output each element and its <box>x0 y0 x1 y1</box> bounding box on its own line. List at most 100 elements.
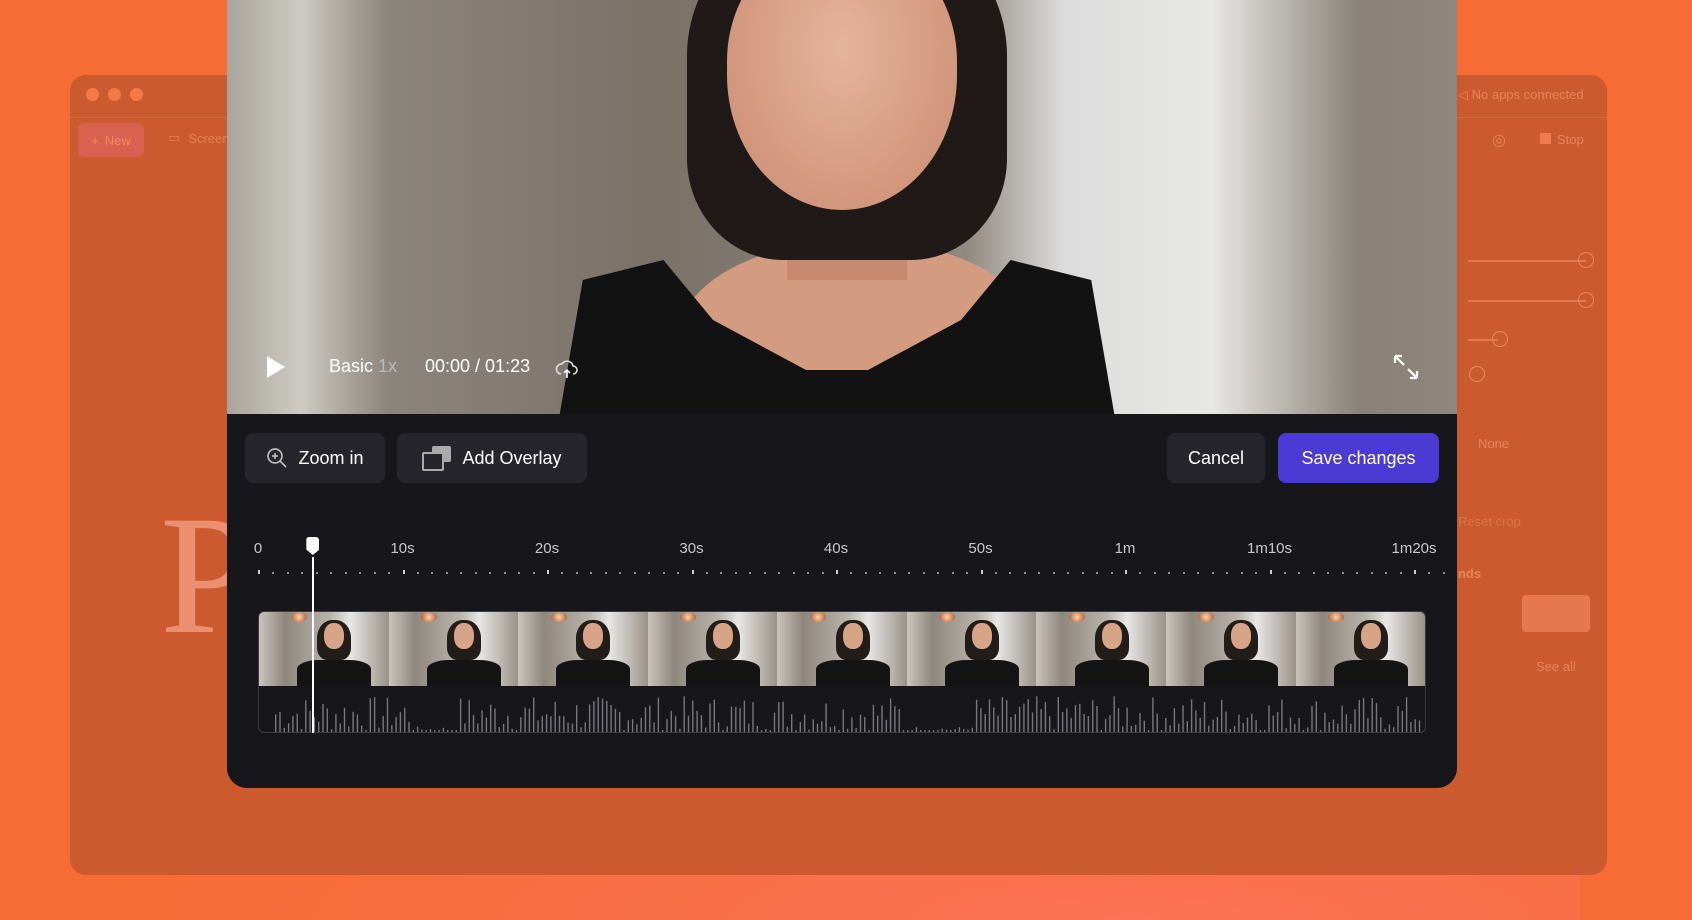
maximize-dot[interactable] <box>130 88 143 101</box>
playback-speed[interactable]: Basic 1x <box>329 356 397 377</box>
backgrounds-heading: Backgrounds <box>1458 566 1481 581</box>
waveform-bar <box>1375 703 1378 732</box>
see-all-button[interactable]: See all <box>1536 659 1576 674</box>
waveform-bar <box>881 705 883 732</box>
slider-knob[interactable] <box>1578 252 1594 268</box>
select-field[interactable]: None <box>1478 436 1509 451</box>
waveform-bar <box>967 729 969 732</box>
slider[interactable] <box>1468 260 1586 262</box>
slider-knob[interactable] <box>1469 366 1485 382</box>
waveform-bar <box>932 730 935 732</box>
ruler-tick <box>1211 572 1214 574</box>
waveform-bar <box>593 701 595 732</box>
waveform-bar <box>1061 712 1064 732</box>
minimize-dot[interactable] <box>108 88 121 101</box>
waveform-bar <box>997 715 999 732</box>
slider-knob[interactable] <box>1578 292 1594 308</box>
filmstrip-frame <box>518 612 648 686</box>
close-dot[interactable] <box>86 88 99 101</box>
waveform-bar <box>412 730 414 732</box>
zoom-in-button[interactable]: Zoom in <box>245 433 385 483</box>
waveform-bar <box>644 707 647 732</box>
slider[interactable] <box>1468 300 1586 302</box>
waveform-bar <box>920 730 922 732</box>
waveform-bar <box>1371 697 1373 732</box>
ruler-tick <box>416 572 419 574</box>
waveform-bar <box>765 729 767 732</box>
waveform-bar <box>748 723 750 732</box>
waveform-bar <box>988 699 991 732</box>
new-button[interactable]: + New <box>78 123 144 157</box>
reset-crop-link[interactable]: Reset crop <box>1458 514 1521 529</box>
video-editor-panel: Basic 1x 00:00 / 01:23 Zoom in Add Overl… <box>227 0 1457 788</box>
slider-knob[interactable] <box>1492 331 1508 347</box>
waveform-bar <box>1294 723 1296 732</box>
waveform-bar <box>1152 697 1154 732</box>
waveform-bar <box>816 723 819 732</box>
waveform-bar <box>352 711 354 732</box>
ruler-tick <box>908 572 911 574</box>
waveform-bar <box>825 703 827 732</box>
waveform-bar <box>1410 722 1412 732</box>
waveform-bar <box>580 727 582 732</box>
waveform-bar <box>653 722 655 732</box>
waveform-bar <box>963 729 965 732</box>
waveform-bar <box>498 727 500 732</box>
waveform-bar <box>279 711 281 732</box>
waveform-bar <box>1186 721 1188 732</box>
waveform-bar <box>1165 717 1167 732</box>
video-preview[interactable]: Basic 1x 00:00 / 01:23 <box>227 0 1457 414</box>
waveform-bar <box>739 708 741 732</box>
waveform-bar <box>1332 719 1335 732</box>
ruler-tick <box>315 572 318 574</box>
cancel-button[interactable]: Cancel <box>1167 433 1265 483</box>
timeline-track[interactable] <box>258 611 1426 733</box>
waveform-bar <box>1182 705 1184 732</box>
plus-icon: + <box>91 132 99 148</box>
waveform-bar <box>945 729 948 732</box>
filmstrip-frame <box>1165 612 1296 686</box>
ruler-tick <box>575 572 578 574</box>
waveform-bar <box>1053 729 1055 732</box>
waveform-bar <box>1143 720 1145 732</box>
ruler-tick <box>1125 570 1127 574</box>
waveform-bar <box>563 716 565 732</box>
waveform-bar <box>636 724 638 732</box>
ruler-tick <box>633 572 636 574</box>
waveform-bar <box>567 722 569 732</box>
timeline-ruler[interactable]: 0 10s 20s 30s 40s 50s 1m 1m10s 1m20s <box>227 540 1457 580</box>
waveform-bar <box>1010 717 1012 732</box>
waveform-bar <box>773 712 776 732</box>
waveform-bar <box>451 730 453 732</box>
stop-button[interactable]: Stop <box>1540 132 1584 147</box>
waveform-bar <box>1298 717 1300 732</box>
ruler-tick <box>749 572 752 574</box>
waveform-bar <box>1130 725 1133 732</box>
filmstrip-frame <box>388 612 519 686</box>
waveform-bar <box>971 727 973 732</box>
waveform-bar <box>928 730 930 732</box>
waveform-bar <box>855 728 857 732</box>
waveform-bar <box>709 703 711 732</box>
ruler-tick <box>720 572 723 574</box>
ruler-tick <box>705 572 708 574</box>
ruler-tick <box>286 572 289 574</box>
ruler-tick <box>1081 572 1084 574</box>
save-changes-button[interactable]: Save changes <box>1278 433 1439 483</box>
waveform-bar <box>588 704 591 732</box>
waveform-bar <box>309 710 311 732</box>
cloud-upload-icon[interactable] <box>555 358 579 380</box>
expand-icon[interactable] <box>1392 353 1420 381</box>
add-overlay-button[interactable]: Add Overlay <box>397 433 587 483</box>
spiral-icon[interactable]: ◎ <box>1492 130 1506 150</box>
background-thumbnail[interactable] <box>1522 595 1590 632</box>
waveform-bar <box>1190 699 1193 732</box>
ruler-tick <box>503 572 506 574</box>
waveform-bar <box>915 727 918 732</box>
screen-tab[interactable]: ▭ Screen <box>168 130 230 146</box>
waveform-bar <box>545 714 548 732</box>
playhead[interactable] <box>312 557 315 733</box>
play-icon[interactable] <box>267 356 285 378</box>
waveform-bar <box>1328 721 1330 732</box>
waveform-bar <box>743 700 746 732</box>
